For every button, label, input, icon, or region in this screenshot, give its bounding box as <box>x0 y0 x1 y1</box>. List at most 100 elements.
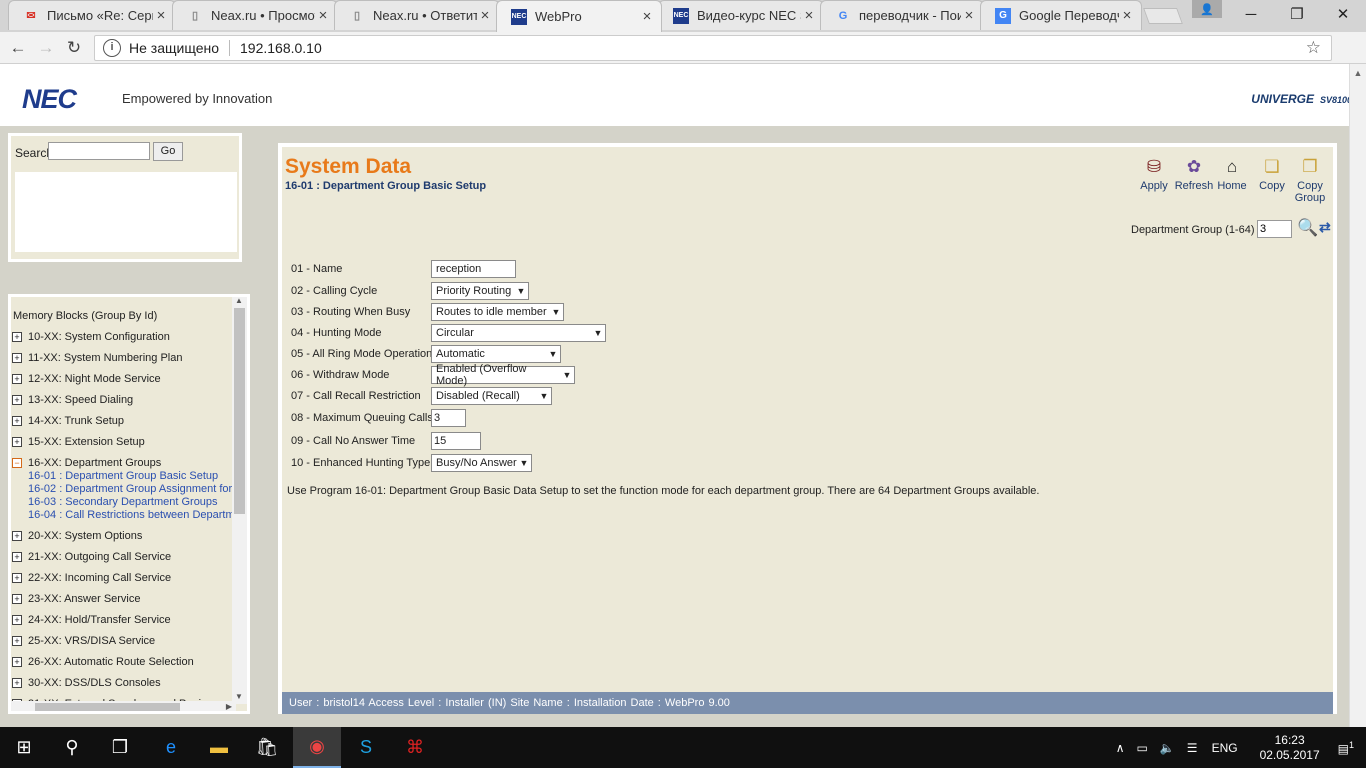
store-icon[interactable]: 🛍 <box>243 727 291 768</box>
minimize-button[interactable]: ─ <box>1228 0 1274 28</box>
max-queuing-input[interactable]: 3 <box>431 409 466 427</box>
tree-leaf-16-02[interactable]: 16-02 : Department Group Assignment for <box>28 483 232 495</box>
calling-cycle-select[interactable]: Priority Routing ▼ <box>431 282 529 300</box>
close-icon[interactable]: × <box>1119 7 1135 24</box>
expand-icon[interactable]: + <box>12 636 22 646</box>
close-icon[interactable]: × <box>477 7 493 24</box>
tree-leaf-16-04[interactable]: 16-04 : Call Restrictions between Depart… <box>28 509 235 521</box>
tab-google-translate[interactable]: G Google Переводчи × <box>980 0 1142 30</box>
tree-vertical-scrollbar[interactable]: ▲ ▼ <box>232 297 247 704</box>
network-icon[interactable]: ☰ <box>1187 741 1198 755</box>
hunting-mode-select[interactable]: Circular ▼ <box>431 324 606 342</box>
file-explorer-icon[interactable]: ▬ <box>195 727 243 768</box>
close-icon[interactable]: × <box>961 7 977 24</box>
expand-icon[interactable]: + <box>12 374 22 384</box>
task-view-icon[interactable]: ❐ <box>96 727 144 768</box>
page-vertical-scrollbar[interactable]: ▲ <box>1349 64 1366 727</box>
expand-icon[interactable]: + <box>12 573 22 583</box>
tree-node[interactable]: +26-XX: Automatic Route Selection <box>11 652 194 672</box>
forward-icon[interactable]: → <box>32 38 60 58</box>
expand-icon[interactable]: + <box>12 332 22 342</box>
expand-icon[interactable]: + <box>12 416 22 426</box>
copy-group-button[interactable]: ❐ Copy Group <box>1288 157 1332 204</box>
chevron-up-icon[interactable]: ∧ <box>1116 741 1125 755</box>
close-window-button[interactable]: ✕ <box>1320 0 1366 28</box>
search-icon[interactable]: 🔍 <box>1297 218 1318 238</box>
tree-node[interactable]: +23-XX: Answer Service <box>11 589 141 609</box>
withdraw-mode-select[interactable]: Enabled (Overflow Mode) ▼ <box>431 363 575 387</box>
tree-leaf-16-03[interactable]: 16-03 : Secondary Department Groups <box>28 496 218 508</box>
tree-node[interactable]: +13-XX: Speed Dialing <box>11 390 133 410</box>
scroll-right-icon[interactable]: ▶ <box>226 702 232 711</box>
close-icon[interactable]: × <box>315 7 331 24</box>
reload-icon[interactable]: ↻ <box>60 38 88 58</box>
tree-node[interactable]: +20-XX: System Options <box>11 526 142 546</box>
back-icon[interactable]: ← <box>4 38 32 58</box>
star-icon[interactable]: ☆ <box>1306 38 1321 58</box>
tree-node[interactable]: +12-XX: Night Mode Service <box>11 369 161 389</box>
tab-google-search[interactable]: G переводчик - Пои × <box>820 0 984 30</box>
address-bar[interactable]: i Не защищено 192.168.0.10 ☆ <box>94 35 1332 61</box>
expand-icon[interactable]: + <box>12 552 22 562</box>
tree-node[interactable]: +25-XX: VRS/DISA Service <box>11 631 155 651</box>
restore-button[interactable]: ❐ <box>1274 0 1320 28</box>
close-icon[interactable]: × <box>153 7 169 24</box>
navigate-icon[interactable]: ⇄ <box>1319 219 1331 236</box>
expand-icon[interactable]: + <box>12 395 22 405</box>
no-answer-time-input[interactable]: 15 <box>431 432 481 450</box>
scroll-down-icon[interactable]: ▼ <box>235 692 243 701</box>
tree-node[interactable]: +22-XX: Incoming Call Service <box>11 568 171 588</box>
tab-neax-view[interactable]: ▯ Neax.ru • Просмот × <box>172 0 338 30</box>
volume-icon[interactable]: 🔈 <box>1160 741 1175 755</box>
battery-icon[interactable]: ▭ <box>1137 741 1148 755</box>
new-tab-button[interactable] <box>1143 8 1183 24</box>
edge-icon[interactable]: e <box>147 727 195 768</box>
tab-webpro[interactable]: NEC WebPro × <box>496 0 662 32</box>
scrollbar-thumb[interactable] <box>35 703 180 711</box>
tree-node[interactable]: +24-XX: Hold/Transfer Service <box>11 610 171 630</box>
tree-node[interactable]: +21-XX: Outgoing Call Service <box>11 547 171 567</box>
go-button[interactable]: Go <box>153 142 183 161</box>
routing-busy-select[interactable]: Routes to idle member ▼ <box>431 303 564 321</box>
department-group-input[interactable] <box>1257 220 1292 238</box>
tab-mail[interactable]: ✉ Письмо «Re: Серв × <box>8 0 176 30</box>
tree-node[interactable]: +15-XX: Extension Setup <box>11 432 145 452</box>
windows-start-icon[interactable]: ⊞ <box>0 727 48 768</box>
tree-node[interactable]: +10-XX: System Configuration <box>11 327 170 347</box>
tree-node[interactable]: +14-XX: Trunk Setup <box>11 411 124 431</box>
expand-icon[interactable]: + <box>12 678 22 688</box>
apply-button[interactable]: ⛁ Apply <box>1132 157 1176 192</box>
notifications-icon[interactable]: ▤1 <box>1338 740 1354 756</box>
skype-icon[interactable]: S <box>342 727 390 768</box>
search-input[interactable] <box>48 142 150 160</box>
tree-leaf-16-01[interactable]: 16-01 : Department Group Basic Setup <box>28 470 218 482</box>
home-button[interactable]: ⌂ Home <box>1210 157 1254 192</box>
chrome-icon[interactable]: ◉ <box>293 727 341 768</box>
enhanced-hunting-select[interactable]: Busy/No Answer ▼ <box>431 454 532 472</box>
info-icon[interactable]: i <box>103 39 121 57</box>
tree-node[interactable]: +30-XX: DSS/DLS Consoles <box>11 673 161 693</box>
close-icon[interactable]: × <box>801 7 817 24</box>
all-ring-select[interactable]: Automatic ▼ <box>431 345 561 363</box>
expand-icon[interactable]: + <box>12 594 22 604</box>
expand-icon[interactable]: + <box>12 657 22 667</box>
tab-neax-reply[interactable]: ▯ Neax.ru • Ответить × <box>334 0 500 30</box>
profile-icon[interactable]: 👤 <box>1192 0 1222 18</box>
expand-icon[interactable]: + <box>12 615 22 625</box>
expand-icon[interactable]: + <box>12 437 22 447</box>
expand-icon[interactable]: + <box>12 353 22 363</box>
clock[interactable]: 16:23 02.05.2017 <box>1260 733 1320 763</box>
url-text[interactable]: 192.168.0.10 <box>240 40 322 56</box>
search-icon[interactable]: ⚲ <box>48 727 96 768</box>
scroll-up-icon[interactable]: ▲ <box>235 297 243 305</box>
expand-icon[interactable]: + <box>12 531 22 541</box>
tree-node[interactable]: +11-XX: System Numbering Plan <box>11 348 182 368</box>
scrollbar-thumb[interactable] <box>234 308 245 514</box>
language-indicator[interactable]: ENG <box>1212 741 1238 755</box>
tree-horizontal-scrollbar[interactable]: ▶ <box>11 701 236 711</box>
close-icon[interactable]: × <box>639 8 655 25</box>
name-input[interactable]: reception <box>431 260 516 278</box>
scroll-up-icon[interactable]: ▲ <box>1350 68 1366 78</box>
recall-restriction-select[interactable]: Disabled (Recall) ▼ <box>431 387 552 405</box>
collapse-icon[interactable]: − <box>12 458 22 468</box>
